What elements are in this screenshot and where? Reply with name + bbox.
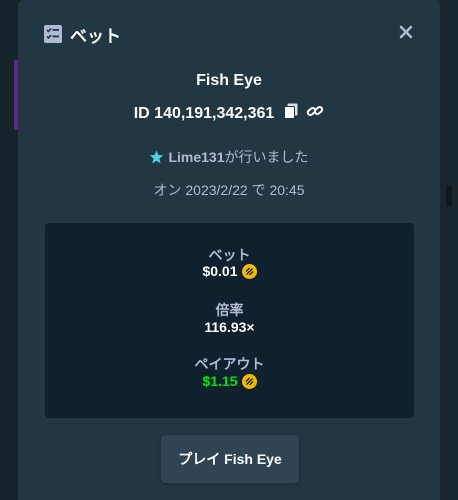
close-icon	[399, 25, 413, 44]
usdc-coin-icon	[241, 263, 257, 279]
placed-by-suffix: が行いました	[224, 149, 309, 165]
bet-details-modal: ベット Fish Eye ID 140,191,342,361 Lime131 …	[18, 0, 440, 500]
payout-value: $1.15	[202, 373, 238, 389]
copy-button[interactable]	[284, 103, 298, 124]
multiplier-row: 116.93×	[45, 319, 414, 335]
bet-id-row: ID 140,191,342,361	[18, 103, 440, 124]
usdc-coin-icon	[241, 373, 257, 389]
link-icon	[306, 103, 324, 124]
bet-slip-icon	[44, 25, 62, 43]
background-right-marker	[446, 185, 452, 207]
close-button[interactable]	[394, 22, 418, 46]
username-link[interactable]: Lime131	[168, 149, 224, 165]
multiplier-label: 倍率	[215, 302, 244, 318]
payout-row: $1.15	[45, 373, 414, 389]
link-button[interactable]	[306, 103, 324, 124]
bet-amount-value: $0.01	[202, 263, 238, 279]
game-name: Fish Eye	[196, 72, 262, 89]
play-game-button[interactable]: プレイ Fish Eye	[161, 435, 299, 483]
placed-by-line: Lime131 が行いました	[18, 147, 440, 167]
bet-stats-panel: ベット $0.01 倍率 116.93× ペイアウト $1.15	[45, 223, 414, 418]
bet-amount-row: $0.01	[45, 263, 414, 279]
bet-amount-label: ベット	[208, 247, 251, 263]
star-rank-icon	[149, 150, 164, 165]
payout-label: ペイアウト	[194, 356, 265, 372]
bet-datetime: オン 2023/2/22 で 20:45	[153, 182, 305, 198]
copy-icon	[284, 103, 298, 124]
modal-title: ベット	[70, 26, 121, 46]
multiplier-value: 116.93×	[204, 319, 255, 335]
background-right	[440, 0, 458, 500]
modal-header: ベット	[44, 22, 121, 46]
bet-id: ID 140,191,342,361	[133, 104, 275, 122]
